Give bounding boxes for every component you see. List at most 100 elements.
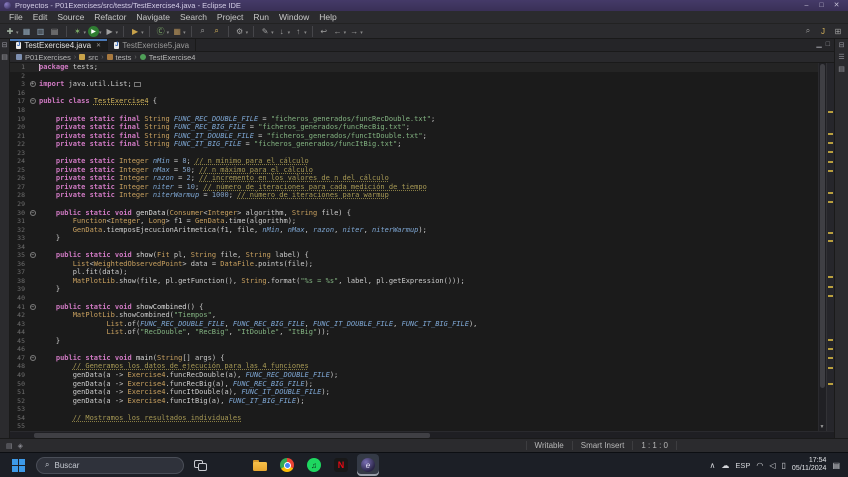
new-package-icon-dropdown[interactable]: ▾	[183, 30, 186, 36]
minimize-view-icon[interactable]: ▁	[816, 41, 821, 49]
folded-region-box[interactable]	[133, 81, 141, 87]
warning-mark[interactable]	[828, 239, 833, 242]
battery-icon[interactable]: ▯	[782, 461, 786, 470]
package-explorer-icon[interactable]: ▤	[1, 54, 8, 62]
external-tools-icon[interactable]: ⚙	[234, 25, 246, 37]
breadcrumb-item-src[interactable]: src	[88, 53, 98, 62]
restore-right-panel-icon[interactable]: ⊟	[839, 42, 845, 50]
fold-marker[interactable]: −	[28, 252, 37, 259]
forward-icon[interactable]: →	[348, 25, 360, 37]
warning-mark[interactable]	[828, 357, 833, 360]
restore-left-panel-icon[interactable]: ⊟	[2, 42, 8, 50]
overview-ruler[interactable]	[826, 63, 834, 431]
code-area[interactable]: 1 package tests; 2 3 + import java.util.List;…	[10, 63, 818, 431]
breadcrumb-item-P01Exercises[interactable]: P01Exercises	[25, 53, 71, 62]
tab-close-icon[interactable]: ✕	[96, 42, 101, 49]
warning-mark[interactable]	[828, 132, 833, 135]
warning-mark[interactable]	[828, 285, 833, 288]
new-java-class-icon-dropdown[interactable]: ▾	[167, 30, 170, 36]
fold-marker[interactable]: −	[28, 209, 37, 216]
forward-icon-dropdown[interactable]: ▾	[360, 30, 363, 36]
debug-icon[interactable]: ✶	[72, 25, 84, 37]
taskbar-clock[interactable]: 17:54 05/11/2024	[792, 457, 827, 473]
warning-mark[interactable]	[828, 110, 833, 113]
menu-file[interactable]: File	[4, 12, 28, 22]
menu-project[interactable]: Project	[212, 12, 248, 22]
horizontal-scroll-thumb[interactable]	[34, 433, 430, 438]
print-icon[interactable]: ▤	[49, 25, 61, 37]
fold-marker[interactable]: −	[28, 354, 37, 361]
vertical-scroll-thumb[interactable]	[820, 64, 825, 388]
open-type-icon[interactable]: ⌕	[197, 25, 209, 37]
fold-marker[interactable]: −	[28, 98, 37, 105]
breadcrumb-item-TestExercise4[interactable]: TestExercise4	[149, 53, 196, 62]
external-tools-icon-dropdown[interactable]: ▾	[246, 30, 249, 36]
warning-mark[interactable]	[828, 276, 833, 279]
tasks-view-icon[interactable]: ▤	[838, 66, 845, 74]
taskbar-app-netflix[interactable]: N	[330, 454, 352, 476]
run-external-icon[interactable]: ▶	[104, 25, 116, 37]
warning-mark[interactable]	[828, 294, 833, 297]
last-edit-location-icon[interactable]: ↩	[318, 25, 330, 37]
prev-annotation-icon-dropdown[interactable]: ▾	[304, 30, 307, 36]
warning-mark[interactable]	[828, 383, 833, 386]
warning-mark[interactable]	[828, 348, 833, 351]
warning-mark[interactable]	[828, 142, 833, 145]
maximize-button[interactable]: □	[814, 0, 829, 11]
taskbar-app-file-explorer[interactable]	[249, 454, 271, 476]
menu-help[interactable]: Help	[314, 12, 341, 22]
new-package-icon[interactable]: ▦	[171, 25, 183, 37]
save-icon[interactable]: ▦	[21, 25, 33, 37]
taskbar-app-spotify[interactable]: ♫	[303, 454, 325, 476]
menu-navigate[interactable]: Navigate	[131, 12, 175, 22]
new-wizard-icon[interactable]: ✚	[4, 25, 16, 37]
warning-mark[interactable]	[828, 151, 833, 154]
vertical-scrollbar[interactable]	[818, 63, 826, 431]
wifi-icon[interactable]: ◠	[756, 461, 763, 470]
java-perspective-icon[interactable]: J	[817, 25, 829, 37]
task-view-button[interactable]	[194, 459, 207, 471]
notification-center-icon[interactable]: ▤	[832, 461, 842, 470]
chevron-up-icon[interactable]: ∧	[710, 461, 716, 470]
new-wizard-icon-dropdown[interactable]: ▾	[16, 30, 19, 36]
tab-TestExercise4.java[interactable]: J TestExercise4.java ✕	[10, 39, 109, 51]
outline-view-icon[interactable]: ☰	[838, 54, 844, 62]
back-icon[interactable]: ←	[332, 25, 344, 37]
maximize-view-icon[interactable]: □	[826, 41, 830, 49]
taskbar-search[interactable]: ⌕ Buscar	[36, 456, 184, 474]
menu-edit[interactable]: Edit	[28, 12, 53, 22]
warning-mark[interactable]	[828, 232, 833, 235]
warning-mark[interactable]	[828, 169, 833, 172]
search-icon[interactable]: ⌕	[211, 25, 223, 37]
run-external-icon-dropdown[interactable]: ▾	[116, 30, 119, 36]
annotations-icon[interactable]: ✎	[259, 25, 271, 37]
open-perspective-icon[interactable]: ⊞	[832, 25, 844, 37]
language-indicator[interactable]: ESP	[735, 461, 750, 470]
fold-marker[interactable]: +	[28, 81, 37, 88]
minimize-button[interactable]: –	[799, 0, 814, 11]
onedrive-icon[interactable]: ☁	[721, 461, 729, 470]
prev-annotation-icon[interactable]: ↑	[292, 25, 304, 37]
coverage-icon-dropdown[interactable]: ▾	[141, 30, 144, 36]
menu-search[interactable]: Search	[175, 12, 212, 22]
scroll-down-arrow[interactable]: ▼	[818, 423, 826, 431]
volume-icon[interactable]: ◁	[769, 461, 775, 470]
debug-icon-dropdown[interactable]: ▾	[84, 30, 87, 36]
next-annotation-icon[interactable]: ↓	[276, 25, 288, 37]
warning-mark[interactable]	[828, 366, 833, 369]
tab-TestExercise5.java[interactable]: J TestExercise5.java	[108, 39, 197, 51]
menu-source[interactable]: Source	[52, 12, 89, 22]
back-icon-dropdown[interactable]: ▾	[344, 30, 347, 36]
next-annotation-icon-dropdown[interactable]: ▾	[288, 30, 291, 36]
warning-mark[interactable]	[828, 160, 833, 163]
new-java-class-icon[interactable]: Ⓒ	[155, 25, 167, 37]
warning-mark[interactable]	[828, 191, 833, 194]
annotations-icon-dropdown[interactable]: ▾	[271, 30, 274, 36]
warning-mark[interactable]	[828, 339, 833, 341]
run-icon-dropdown[interactable]: ▾	[99, 30, 102, 36]
close-button[interactable]: ✕	[829, 0, 844, 11]
warning-mark[interactable]	[828, 201, 833, 203]
menu-run[interactable]: Run	[248, 12, 274, 22]
fold-marker[interactable]: −	[28, 303, 37, 310]
taskbar-app-chrome[interactable]	[276, 454, 298, 476]
